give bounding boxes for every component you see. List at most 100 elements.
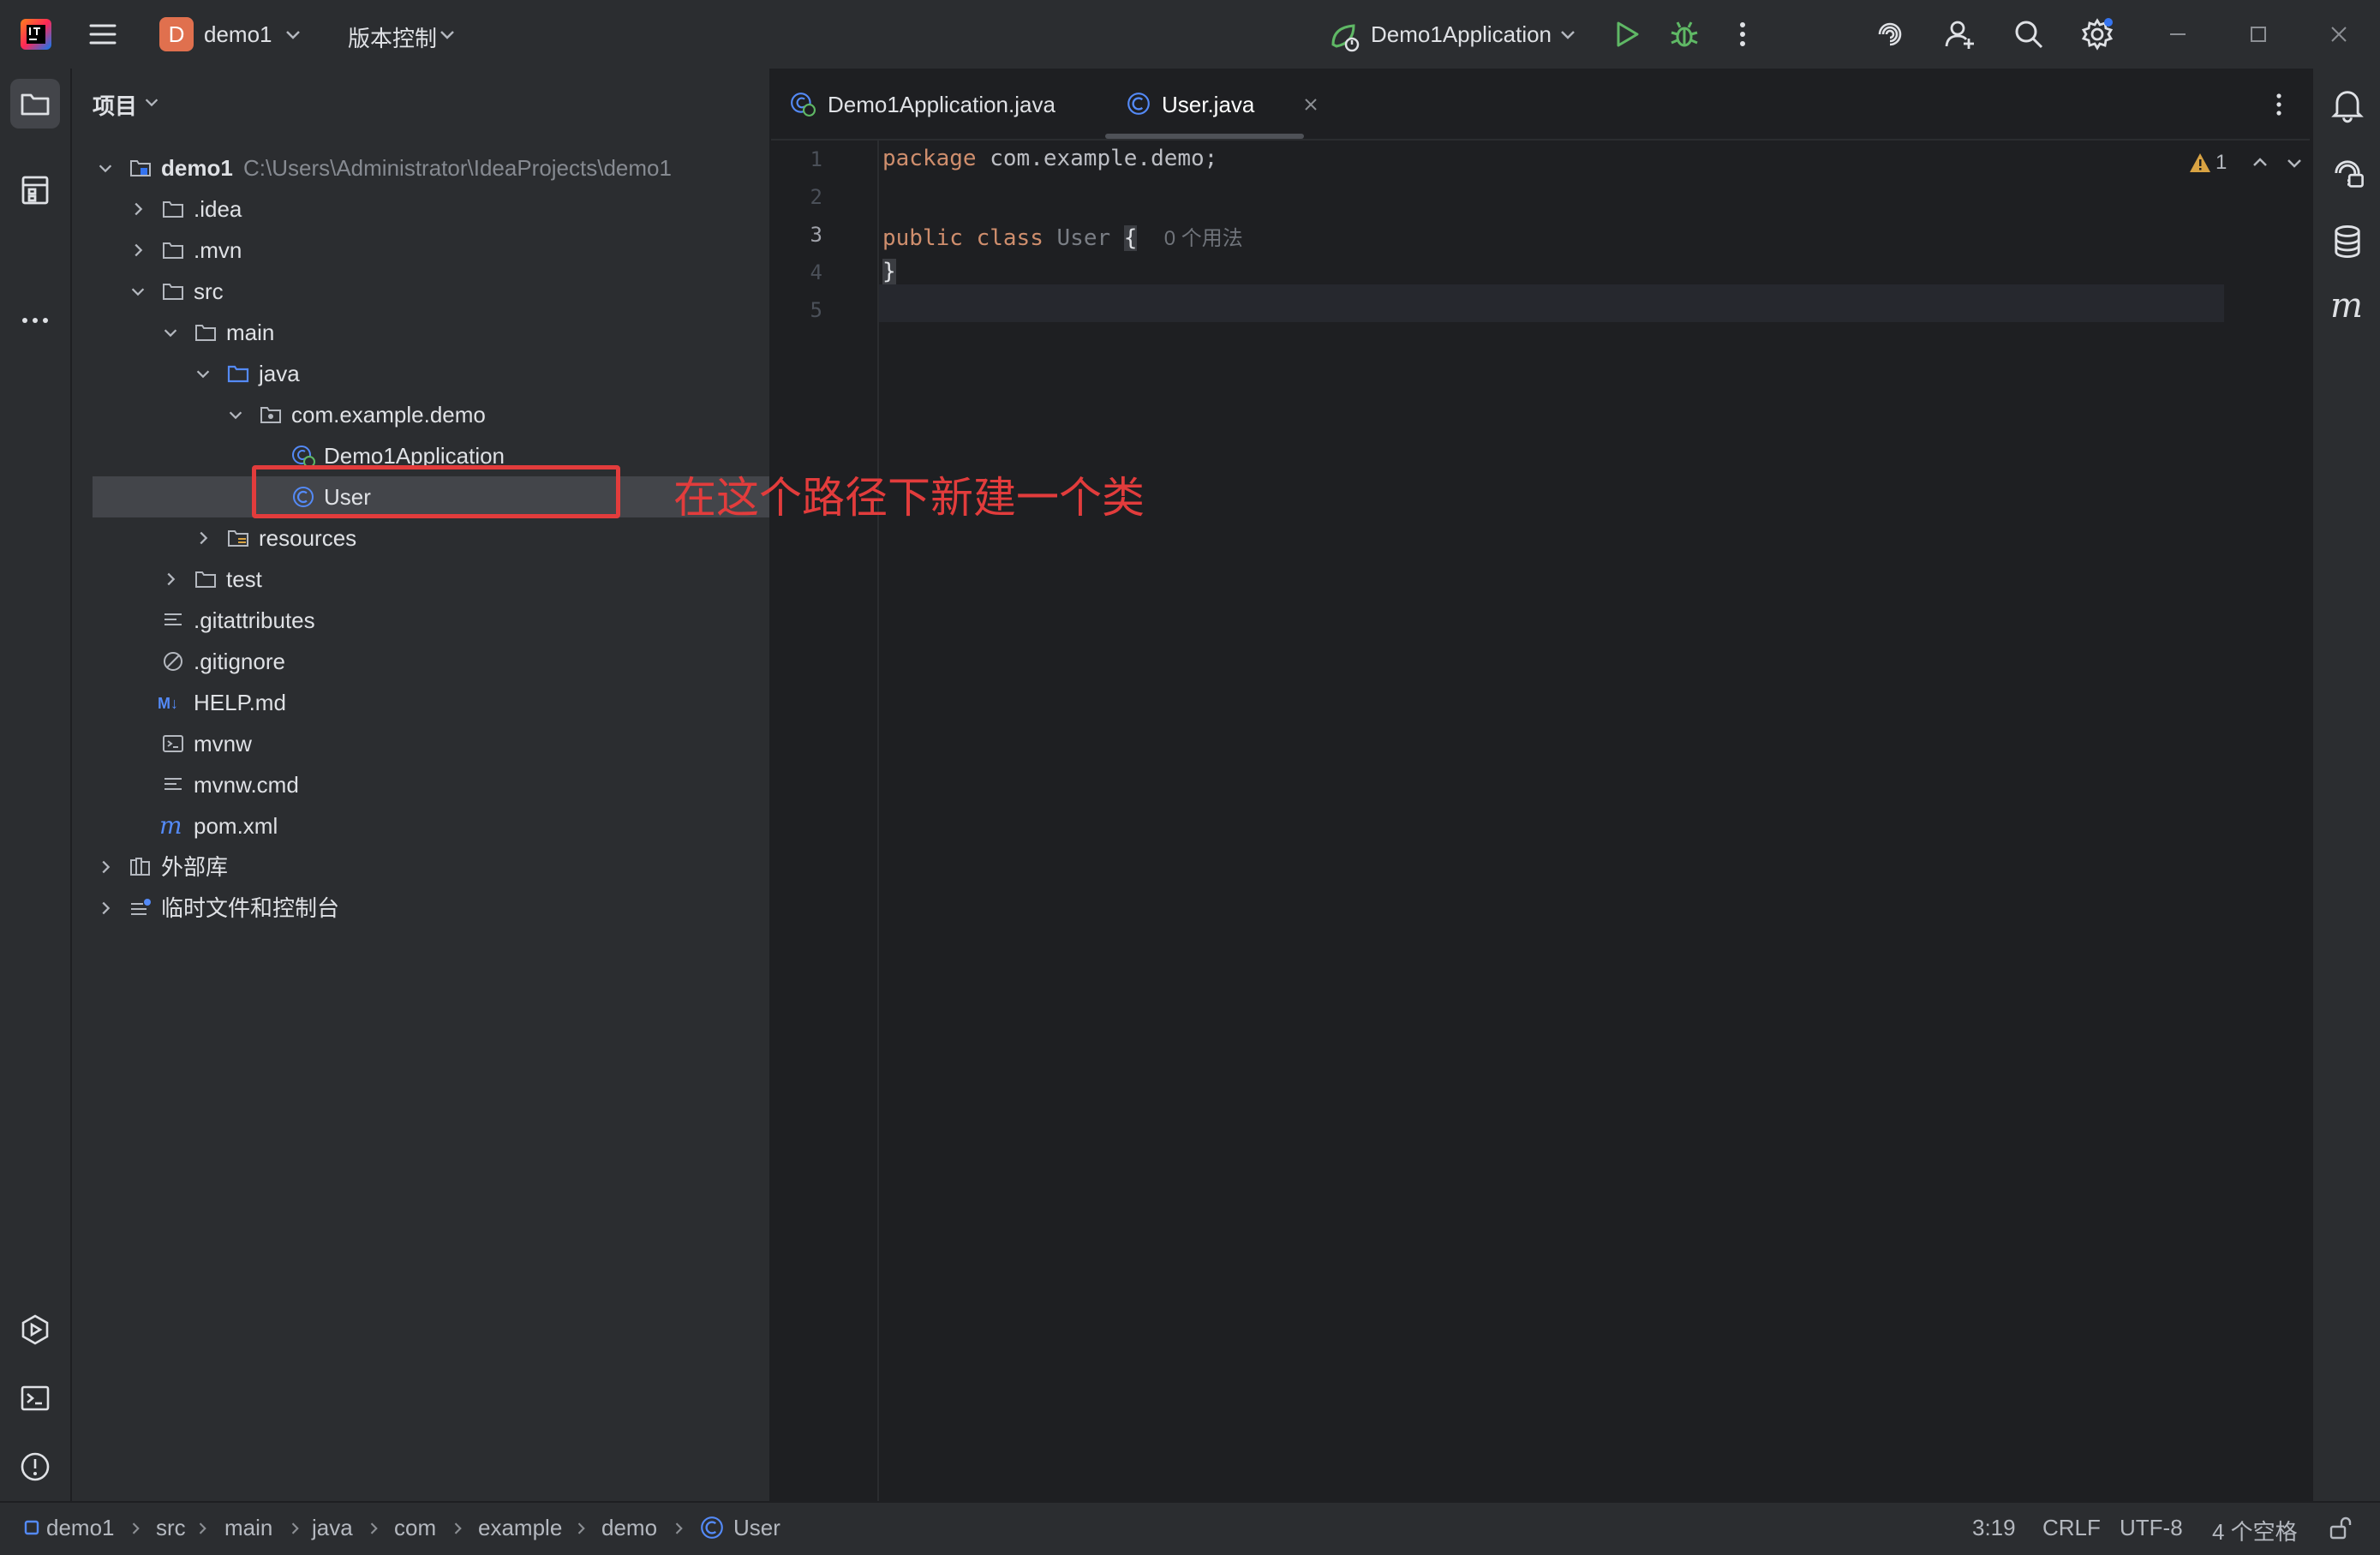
tree-row-external-libraries[interactable]: 外部库 [72,846,769,888]
folder-icon [161,238,185,262]
tree-row-root[interactable]: demo1 C:\Users\Administrator\IdeaProject… [72,147,769,188]
markdown-icon: M↓ [158,691,188,715]
tree-row-pom-xml[interactable]: m pom.xml [72,805,769,846]
project-name: demo1 [204,21,272,47]
tree-row-package[interactable]: com.example.demo [72,394,769,435]
class-icon [699,1515,725,1540]
class-icon [1126,91,1151,117]
unlock-icon[interactable] [2327,1515,2354,1542]
chevron-right-icon [129,241,147,260]
tree-label: .gitignore [194,649,285,674]
right-tool-strip: m [2311,69,2380,1501]
database-icon[interactable] [2329,223,2366,260]
problems-icon[interactable] [18,1450,52,1484]
close-window-icon[interactable] [2322,17,2356,51]
chevron-down-icon[interactable] [2284,153,2305,173]
project-tool-button[interactable] [10,79,60,129]
code-line-1[interactable]: package com.example.demo; [882,146,1217,171]
tree-row-mvn[interactable]: .mvn [72,230,769,271]
brace-match: } [882,259,896,284]
warning-icon [2188,151,2212,175]
indent-setting[interactable]: 4 个空格 [2212,1515,2298,1546]
tree-row-test[interactable]: test [72,559,769,600]
notifications-bell-icon[interactable] [2329,86,2366,123]
project-panel: 项目 demo1 C:\Users\Administrator\IdeaProj… [72,69,771,1501]
breadcrumb-item[interactable]: User [733,1515,780,1541]
tree-row-java[interactable]: java [72,353,769,394]
tree-row-main[interactable]: main [72,312,769,353]
more-actions-icon[interactable] [1725,17,1760,51]
line-separator[interactable]: CRLF [2042,1515,2101,1541]
chevron-down-icon [437,24,457,45]
folder-icon [161,197,185,221]
chevron-right-icon [129,200,147,218]
breadcrumb-item[interactable]: main [224,1515,272,1541]
search-icon[interactable] [2012,17,2046,51]
cursor-position[interactable]: 3:19 [1972,1515,2016,1541]
folder-icon [161,279,185,303]
minimize-icon[interactable] [2161,17,2195,51]
more-tools-icon[interactable] [18,312,52,329]
chevron-right-icon [96,858,115,876]
annotation-highlight-box [252,465,620,518]
breadcrumb-item[interactable]: java [312,1515,353,1541]
breadcrumb-item[interactable]: com [394,1515,436,1541]
chevron-down-icon [226,405,245,424]
project-panel-title[interactable]: 项目 [93,89,137,121]
file-encoding[interactable]: UTF-8 [2120,1515,2183,1541]
tree-row-gitignore[interactable]: .gitignore [72,641,769,682]
line-number-current: 3 [810,223,822,247]
editor-tab-bar: Demo1Application.java User.java [771,69,2310,141]
usages-inlay-hint[interactable]: 0 个用法 [1164,227,1243,250]
project-badge: D [159,17,194,51]
ai-assistant-icon[interactable] [1873,17,1907,51]
settings-gear-icon[interactable] [2080,17,2114,51]
source-folder-icon [226,362,250,386]
chevron-right-icon [161,570,180,589]
breadcrumb-item[interactable]: demo1 [46,1515,115,1541]
tree-row-help-md[interactable]: M↓ HELP.md [72,682,769,723]
svg-text:m: m [159,814,182,838]
tab-options-icon[interactable] [2262,87,2296,122]
tab-user-java[interactable]: User.java [1126,86,1381,123]
breadcrumb-item[interactable]: demo [601,1515,657,1541]
breadcrumb-item[interactable]: example [478,1515,562,1541]
tree-label: java [259,361,300,386]
code-line-3[interactable]: public class User { 0 个用法 [882,221,1243,251]
services-icon[interactable] [18,1313,52,1347]
maximize-icon[interactable] [2241,17,2275,51]
maven-tool-icon[interactable]: m [2329,288,2366,326]
breadcrumb-item[interactable]: src [156,1515,186,1541]
code-line-4[interactable]: } [882,259,896,284]
add-user-icon[interactable] [1943,17,1977,51]
chevron-right-icon [194,529,212,547]
chevron-up-icon[interactable] [2250,153,2270,173]
structure-icon[interactable] [18,173,52,207]
tree-row-mvnw[interactable]: mvnw [72,723,769,764]
terminal-icon[interactable] [18,1381,52,1415]
tree-row-gitattributes[interactable]: .gitattributes [72,600,769,641]
keyword: class [976,225,1043,251]
folder-icon [18,87,52,121]
tree-row-idea[interactable]: .idea [72,188,769,230]
debug-icon[interactable] [1667,17,1701,51]
module-folder-icon [129,156,152,180]
ai-chat-icon[interactable] [2329,154,2366,192]
current-line-highlight [879,284,2224,322]
tree-row-resources[interactable]: resources [72,517,769,559]
tree-row-mvnw-cmd[interactable]: mvnw.cmd [72,764,769,805]
chevron-down-icon [161,323,180,342]
close-tab-icon[interactable] [1302,96,1319,113]
tree-row-scratches[interactable]: 临时文件和控制台 [72,888,769,929]
tree-label: 外部库 [161,854,229,880]
run-icon[interactable] [1609,17,1643,51]
text-file-icon [161,608,185,632]
tree-label: src [194,278,224,304]
spring-class-icon [291,444,315,468]
main-menu-icon[interactable] [86,17,120,51]
scratches-icon [129,896,152,920]
chevron-down-icon[interactable] [142,93,161,111]
intellij-logo-icon[interactable] [19,17,53,51]
shell-script-icon [161,732,185,756]
tree-row-src[interactable]: src [72,271,769,312]
